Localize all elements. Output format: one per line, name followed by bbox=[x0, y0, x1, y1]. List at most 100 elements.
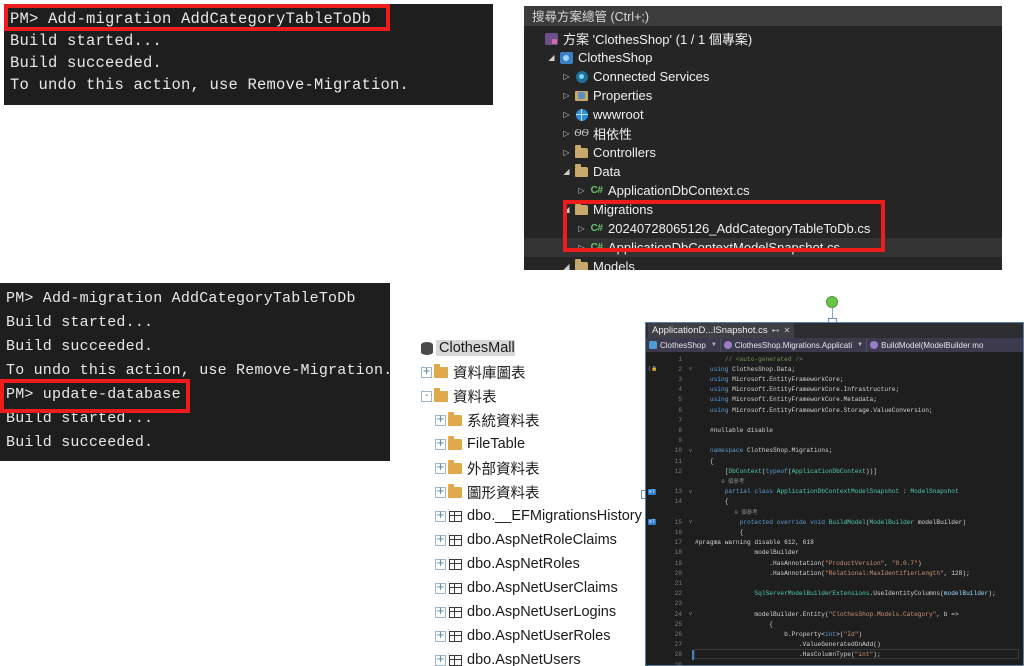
expander-plus-icon[interactable]: + bbox=[435, 606, 446, 618]
object-explorer-item-9[interactable]: + dbo.AspNetRoles bbox=[405, 552, 648, 576]
solution-explorer-item-10[interactable]: ▷ C# 20240728065126_AddCategoryTableToDb.c… bbox=[524, 219, 1002, 238]
solution-explorer-item-1[interactable]: ◢ ClothesShop bbox=[524, 48, 1002, 67]
solution-explorer-panel[interactable]: 搜尋方案總管 (Ctrl+;) 方案 'ClothesShop' (1 / 1 … bbox=[524, 6, 1002, 270]
solution-explorer-item-7[interactable]: ◢ Data bbox=[524, 162, 1002, 181]
navbar-project-dropdown[interactable]: ClothesShop ▼ bbox=[646, 338, 720, 352]
fold-toggle-icon[interactable]: v bbox=[686, 448, 695, 454]
code-editor-panel[interactable]: ApplicationD...lSnapshot.cs ⊷ ✕ ClothesS… bbox=[645, 322, 1024, 666]
expander-plus-icon[interactable]: + bbox=[435, 462, 446, 474]
expander-icon[interactable]: ▷ bbox=[560, 72, 573, 81]
solution-explorer-tree[interactable]: 方案 'ClothesShop' (1 / 1 個專案) ◢ ClothesShop… bbox=[524, 26, 1002, 270]
expander-icon[interactable]: ◢ bbox=[560, 205, 573, 214]
object-explorer-item-1[interactable]: + 資料庫圖表 bbox=[405, 360, 648, 384]
expander-icon[interactable]: ◢ bbox=[560, 262, 573, 270]
object-explorer-item-2[interactable]: - 資料表 bbox=[405, 384, 648, 408]
object-explorer-tree[interactable]: ClothesMall + 資料庫圖表 - 資料表 + 系統資料表 + FileTable + 外部… bbox=[405, 336, 648, 666]
ssms-object-explorer-panel[interactable]: ClothesMall + 資料庫圖表 - 資料表 + 系統資料表 + FileTable + 外部… bbox=[405, 336, 648, 666]
solution-explorer-search-box[interactable]: 搜尋方案總管 (Ctrl+;) bbox=[524, 6, 1002, 26]
fold-toggle-icon[interactable]: v bbox=[686, 366, 695, 372]
fold-toggle-icon[interactable]: v bbox=[686, 611, 695, 617]
solution-explorer-item-5[interactable]: ▷ ѲѲ 相依性 bbox=[524, 124, 1002, 143]
solution-explorer-item-12[interactable]: ◢ Models bbox=[524, 257, 1002, 270]
expander-plus-icon[interactable]: + bbox=[435, 534, 446, 546]
expander-plus-icon[interactable]: + bbox=[435, 654, 446, 666]
solution-explorer-item-11[interactable]: ▷ C# ApplicationDbContextModelSnapshot.cs bbox=[524, 238, 1002, 257]
expander-plus-icon[interactable]: + bbox=[435, 438, 446, 450]
navbar-type-dropdown[interactable]: ClothesShop.Migrations.Applicati ▼ bbox=[721, 338, 866, 352]
expander-plus-icon[interactable]: + bbox=[435, 558, 446, 570]
console-line: To undo this action, use Remove-Migratio… bbox=[10, 76, 410, 94]
editor-navigation-bar[interactable]: ClothesShop ▼ ClothesShop.Migrations.App… bbox=[646, 338, 1023, 352]
object-explorer-item-3[interactable]: + 系統資料表 bbox=[405, 408, 648, 432]
code-line: 3 using Microsoft.EntityFrameworkCore; bbox=[646, 374, 1023, 384]
folder-icon bbox=[573, 202, 590, 215]
object-explorer-item-8[interactable]: + dbo.AspNetRoleClaims bbox=[405, 528, 648, 552]
project-icon bbox=[558, 51, 575, 64]
object-explorer-item-4[interactable]: + FileTable bbox=[405, 432, 648, 456]
dependencies-icon: ѲѲ bbox=[574, 128, 589, 139]
code-text: // <auto-generated /> bbox=[724, 355, 803, 363]
editor-glyph-margin[interactable]: (🔒 bbox=[646, 366, 668, 372]
solution-explorer-item-2[interactable]: ▷ Connected Services bbox=[524, 67, 1002, 86]
expander-icon[interactable]: ◢ bbox=[545, 53, 558, 62]
expander-icon[interactable]: ▷ bbox=[560, 129, 573, 138]
expander-minus-icon[interactable]: - bbox=[421, 390, 432, 402]
object-explorer-item-5[interactable]: + 外部資料表 bbox=[405, 456, 648, 480]
object-explorer-item-13[interactable]: + dbo.AspNetUsers bbox=[405, 648, 648, 666]
editor-tab-strip[interactable]: ApplicationD...lSnapshot.cs ⊷ ✕ bbox=[646, 323, 1023, 338]
object-explorer-item-11[interactable]: + dbo.AspNetUserLogins bbox=[405, 600, 648, 624]
object-explorer-item-12[interactable]: + dbo.AspNetUserRoles bbox=[405, 624, 648, 648]
code-text: { bbox=[709, 457, 714, 465]
fold-toggle-icon[interactable]: v bbox=[686, 519, 695, 525]
fold-toggle-icon[interactable]: v bbox=[686, 489, 695, 495]
editor-tab-applicationdbcontextmodelsnapshot[interactable]: ApplicationD...lSnapshot.cs ⊷ ✕ bbox=[648, 323, 795, 338]
reference-marker[interactable]: ≡T bbox=[648, 519, 657, 526]
solution-explorer-item-8[interactable]: ▷ C# ApplicationDbContext.cs bbox=[524, 181, 1002, 200]
package-manager-console-middle[interactable]: PM> Add-migration AddCategoryTableToDb Bu… bbox=[0, 283, 390, 461]
chevron-down-icon[interactable]: ▼ bbox=[857, 342, 863, 348]
csharp-file-icon: C# bbox=[590, 242, 603, 253]
rotate-handle[interactable] bbox=[826, 296, 838, 308]
solution-explorer-item-9[interactable]: ◢ Migrations bbox=[524, 200, 1002, 219]
editor-glyph-margin[interactable]: ≡T bbox=[646, 488, 668, 495]
code-text: 0 個參考 bbox=[695, 509, 758, 517]
code-text: modelBuilder.Entity("ClothesShop.Models.… bbox=[754, 610, 959, 618]
pin-icon[interactable]: ⊷ bbox=[772, 326, 780, 335]
solution-explorer-item-0[interactable]: 方案 'ClothesShop' (1 / 1 個專案) bbox=[524, 29, 1002, 48]
line-number: 24 bbox=[674, 610, 682, 618]
expander-icon[interactable]: ◢ bbox=[560, 167, 573, 176]
object-explorer-item-10[interactable]: + dbo.AspNetUserClaims bbox=[405, 576, 648, 600]
navbar-member-dropdown[interactable]: BuildModel(ModelBuilder mo bbox=[867, 338, 986, 352]
expander-plus-icon[interactable]: + bbox=[435, 582, 446, 594]
expander-plus-icon[interactable]: + bbox=[435, 630, 446, 642]
expander-plus-icon[interactable]: + bbox=[421, 366, 432, 378]
object-explorer-item-label: 資料表 bbox=[453, 389, 497, 406]
expander-icon[interactable]: ▷ bbox=[560, 110, 573, 119]
expander-plus-icon[interactable]: + bbox=[435, 486, 446, 498]
expander-icon[interactable]: ▷ bbox=[575, 243, 588, 252]
editor-code-area[interactable]: 1 // <auto-generated /> (🔒 2 v using Clothe… bbox=[646, 352, 1023, 665]
code-text: #nullable disable bbox=[709, 426, 773, 434]
expander-plus-icon[interactable]: + bbox=[435, 510, 446, 522]
reference-marker[interactable]: ≡T bbox=[648, 488, 657, 495]
object-explorer-item-0[interactable]: ClothesMall bbox=[405, 336, 648, 360]
expander-icon[interactable]: ▷ bbox=[560, 148, 573, 157]
expander-icon[interactable]: ▷ bbox=[575, 186, 588, 195]
console-line: PM> Add-migration AddCategoryTableToDb bbox=[10, 10, 372, 28]
expander-plus-icon[interactable]: + bbox=[435, 414, 446, 426]
chevron-down-icon[interactable]: ▼ bbox=[711, 342, 717, 348]
expander-icon[interactable]: ▷ bbox=[575, 224, 588, 233]
package-manager-console-top[interactable]: PM> Add-migration AddCategoryTableToDb Bu… bbox=[4, 4, 493, 105]
solution-explorer-item-6[interactable]: ▷ Controllers bbox=[524, 143, 1002, 162]
object-explorer-item-6[interactable]: + 圖形資料表 bbox=[405, 480, 648, 504]
object-explorer-item-7[interactable]: + dbo.__EFMigrationsHistory bbox=[405, 504, 648, 528]
solution-explorer-item-4[interactable]: ▷ wwwroot bbox=[524, 105, 1002, 124]
line-number: 1 bbox=[678, 355, 682, 363]
folder-icon bbox=[446, 460, 464, 474]
solution-explorer-item-3[interactable]: ▷ Properties bbox=[524, 86, 1002, 105]
editor-glyph-margin[interactable]: ≡T bbox=[646, 519, 668, 526]
code-text: b.Property<int>("Id") bbox=[784, 630, 863, 638]
close-icon[interactable]: ✕ bbox=[784, 326, 791, 335]
object-explorer-item-label: dbo.AspNetRoleClaims bbox=[467, 532, 617, 548]
expander-icon[interactable]: ▷ bbox=[560, 91, 573, 100]
